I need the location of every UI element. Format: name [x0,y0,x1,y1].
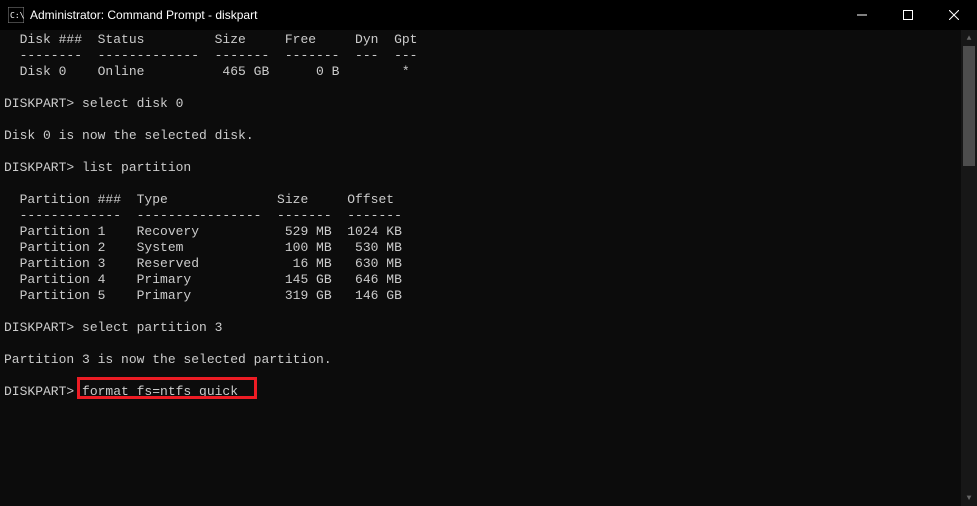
titlebar: C:\ Administrator: Command Prompt - disk… [0,0,977,30]
svg-text:C:\: C:\ [10,11,24,20]
maximize-button[interactable] [885,0,931,30]
terminal-line: Partition 2 System 100 MB 530 MB [4,240,967,256]
terminal-line: Disk ### Status Size Free Dyn Gpt [4,32,967,48]
terminal-line: DISKPART> format fs=ntfs quick [4,384,967,400]
terminal-line: Disk 0 is now the selected disk. [4,128,967,144]
cmd-icon: C:\ [8,7,24,23]
terminal-output[interactable]: Disk ### Status Size Free Dyn Gpt ------… [0,30,977,506]
terminal-line [4,304,967,320]
terminal-line: Partition 3 Reserved 16 MB 630 MB [4,256,967,272]
close-button[interactable] [931,0,977,30]
terminal-line [4,112,967,128]
window-title: Administrator: Command Prompt - diskpart [30,8,839,22]
terminal-line [4,80,967,96]
scrollbar-down-arrow[interactable]: ▼ [961,490,977,506]
window-controls [839,0,977,30]
terminal-line: -------- ------------- ------- ------- -… [4,48,967,64]
scrollbar-thumb[interactable] [963,46,975,166]
terminal-line [4,176,967,192]
terminal-line: Partition 1 Recovery 529 MB 1024 KB [4,224,967,240]
terminal-line: DISKPART> select partition 3 [4,320,967,336]
minimize-button[interactable] [839,0,885,30]
terminal-line: DISKPART> list partition [4,160,967,176]
terminal-line: Partition 3 is now the selected partitio… [4,352,967,368]
terminal-line: Partition 4 Primary 145 GB 646 MB [4,272,967,288]
terminal-line [4,144,967,160]
scrollbar[interactable]: ▲ ▼ [961,30,977,506]
terminal-line [4,336,967,352]
terminal-line: DISKPART> select disk 0 [4,96,967,112]
terminal-line [4,368,967,384]
terminal-line: Partition 5 Primary 319 GB 146 GB [4,288,967,304]
terminal-line: Partition ### Type Size Offset [4,192,967,208]
terminal-line: ------------- ---------------- ------- -… [4,208,967,224]
terminal-line: Disk 0 Online 465 GB 0 B * [4,64,967,80]
scrollbar-up-arrow[interactable]: ▲ [961,30,977,46]
